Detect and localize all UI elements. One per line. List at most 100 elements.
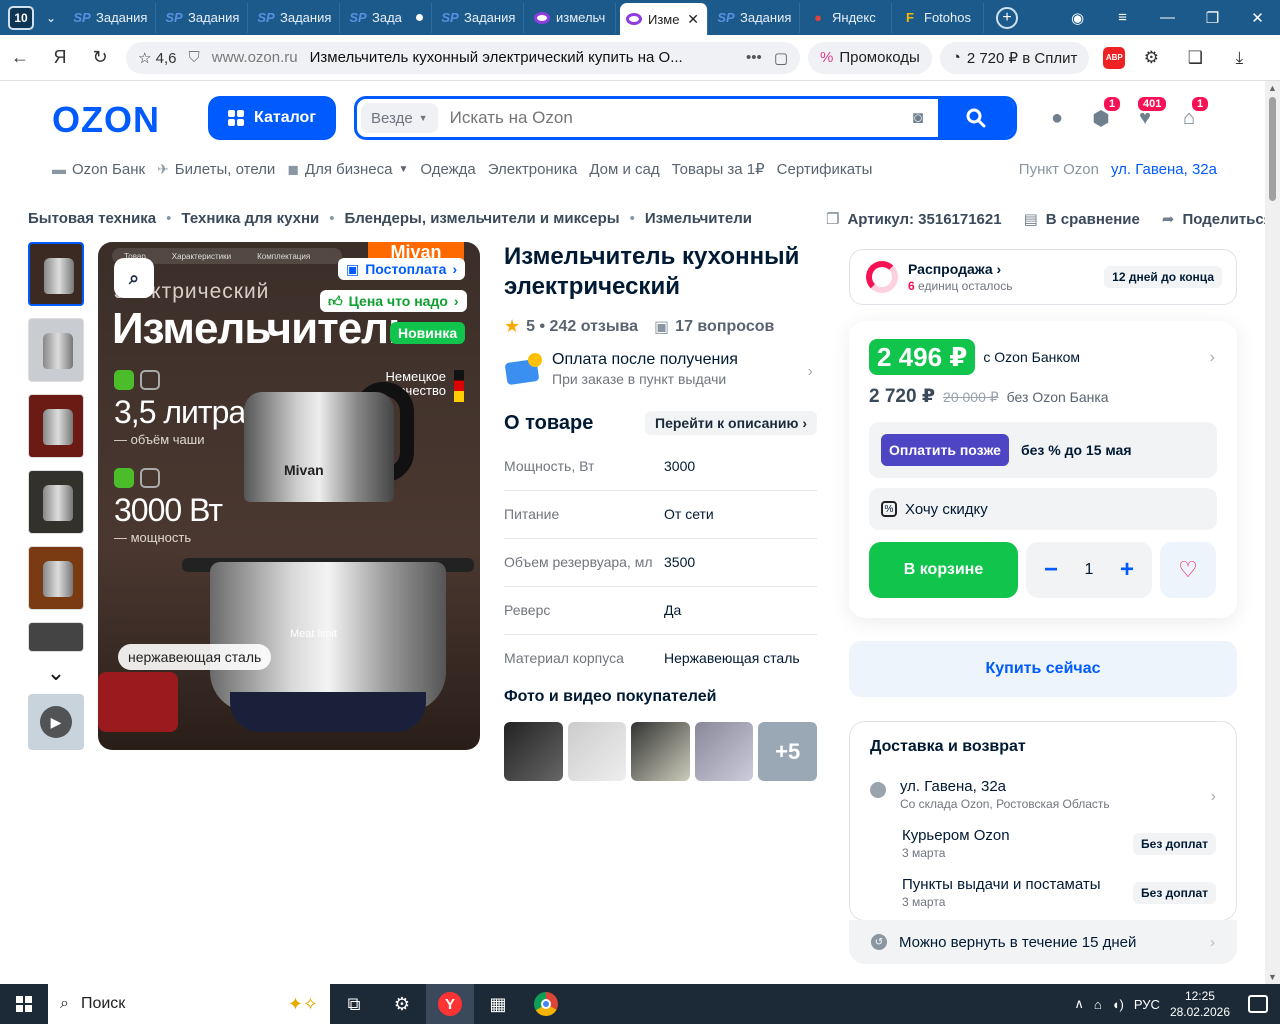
site-rating[interactable]: ☆ 4,6 [138, 49, 176, 67]
chevron-down-icon[interactable]: ⌄ [38, 6, 64, 30]
scroll-thumb[interactable] [1269, 97, 1276, 201]
url-field[interactable]: ☆ 4,6 ⛉ www.ozon.ru Измельчитель кухонны… [126, 41, 800, 74]
return-policy[interactable]: ↺ Можно вернуть в течение 15 дней › [849, 920, 1237, 964]
adblock-icon[interactable]: ABP [1103, 46, 1126, 69]
sale-banner[interactable]: Распродажа › 6 единиц осталось 12 дней д… [849, 249, 1237, 305]
tab-count-button[interactable]: 10 [8, 5, 34, 30]
compare-button[interactable]: ▤ В сравнение [1024, 210, 1140, 229]
pay-later-button[interactable]: Оплатить позже [881, 434, 1009, 466]
ugc-more-button[interactable]: +5 [758, 722, 817, 781]
browser-tab[interactable]: ● Яндекс [804, 2, 892, 33]
pay-later-banner[interactable]: Оплатить позже без % до 15 мая [869, 422, 1217, 478]
language-indicator[interactable]: РУС [1134, 997, 1160, 1012]
collections-icon[interactable]: ❑ [1177, 48, 1213, 68]
scroll-up-icon[interactable]: ▲ [1268, 83, 1277, 93]
scroll-down-icon[interactable]: ▼ [1268, 972, 1277, 982]
subnav-tickets[interactable]: ✈ Билеты, отели [157, 161, 275, 178]
search-input[interactable] [437, 108, 898, 128]
image-search-icon[interactable]: ⌕ [114, 258, 154, 298]
settings-icon[interactable]: ⚙ [378, 984, 426, 1024]
subnav-certificates[interactable]: Сертификаты [777, 161, 873, 178]
pickup-point[interactable]: Пункт Ozon ул. Гавена, 32а [1019, 161, 1217, 178]
task-view-icon[interactable]: ⧉ [330, 984, 378, 1024]
product-main-image[interactable]: Товар Характеристики Комплектация Mivan … [98, 242, 480, 750]
extensions-icon[interactable]: ⚙ [1133, 48, 1169, 68]
browser-tab[interactable]: SP Задания [712, 2, 800, 33]
card-price-row[interactable]: 2 496 ₽ с Ozon Банком [869, 339, 1217, 375]
subnav-ozon-bank[interactable]: ▬ Ozon Банк [52, 161, 145, 178]
close-icon[interactable]: ✕ [687, 11, 699, 28]
thumbnail[interactable] [28, 546, 84, 610]
delivery-address[interactable]: ул. Гавена, 32а Со склада Ozon, Ростовск… [870, 778, 1216, 811]
subnav-home[interactable]: Дом и сад [589, 161, 659, 178]
close-window-icon[interactable]: ✕ [1235, 9, 1280, 27]
heart-icon[interactable]: ♥ 401 [1132, 95, 1169, 131]
reviews-link[interactable]: 5 • 242 отзыва [526, 318, 638, 336]
thumbnail[interactable] [28, 318, 84, 382]
subnav-business[interactable]: ◼ Для бизнеса ▼ [287, 161, 408, 178]
want-discount-button[interactable]: % Хочу скидку [869, 488, 1217, 530]
clock[interactable]: 12:25 28.02.2026 [1170, 988, 1230, 1020]
notifications-icon[interactable] [1248, 995, 1268, 1013]
chrome-icon[interactable] [522, 984, 570, 1024]
subnav-one-ruble[interactable]: Товары за 1₽ [672, 160, 765, 178]
chevron-down-icon[interactable]: ⌄ [28, 658, 84, 688]
user-icon[interactable]: ● [1044, 105, 1070, 131]
split-button[interactable]: ◔ 2 720 ₽ в Сплит [939, 41, 1090, 74]
thumbnail[interactable] [28, 622, 84, 652]
download-icon[interactable]: ⤓ [1221, 48, 1257, 68]
chevron-up-icon[interactable]: ∧ [1074, 996, 1084, 1012]
ozon-logo[interactable]: OZON [52, 99, 160, 141]
ugc-photo[interactable] [567, 722, 627, 781]
more-icon[interactable]: ••• [746, 49, 762, 66]
browser-tab[interactable]: SP Задания [68, 2, 156, 33]
pay-after-banner[interactable]: Оплата после получения При заказе в пунк… [504, 351, 817, 387]
buy-now-button[interactable]: Купить сейчас [849, 641, 1237, 697]
back-icon[interactable]: ← [0, 38, 40, 78]
network-icon[interactable]: ⌂ [1094, 997, 1102, 1012]
browser-tab[interactable]: SP Задания [160, 2, 248, 33]
browser-tab[interactable]: SP Задания [252, 2, 340, 33]
minimize-icon[interactable]: — [1145, 9, 1190, 26]
page-scrollbar[interactable]: ▲ ▼ [1265, 81, 1280, 984]
in-cart-button[interactable]: В корзине [869, 542, 1018, 598]
ugc-photo[interactable] [631, 722, 690, 781]
profile-icon[interactable]: ◉ [1055, 9, 1100, 27]
goto-description-button[interactable]: Перейти к описанию › [645, 411, 817, 435]
installment-tag[interactable]: ▣ Постоплата › [338, 258, 466, 280]
good-price-tag[interactable]: 👍︎ Цена что надо › [320, 290, 467, 312]
orders-icon[interactable]: ⬢ 1 [1088, 95, 1123, 131]
ugc-photo[interactable] [504, 722, 563, 781]
cart-icon[interactable]: ⌂ 1 [1176, 95, 1211, 131]
browser-tab[interactable]: SP Задания [436, 2, 524, 33]
yandex-logo-icon[interactable]: Я [40, 38, 80, 78]
taskbar-search[interactable]: ⌕ Поиск ✦✧ [48, 984, 330, 1024]
ugc-photo[interactable] [694, 722, 754, 781]
article-copy[interactable]: ❐ Артикул: 3516171621 [826, 210, 1002, 229]
app-grid-icon[interactable]: ▦ [474, 984, 522, 1024]
camera-icon[interactable]: ◙ [898, 108, 938, 128]
heart-icon[interactable]: ♡ [1160, 542, 1216, 598]
windows-start-icon[interactable] [0, 984, 48, 1024]
search-scope-select[interactable]: Везде ▼ [361, 103, 438, 133]
yandex-browser-icon[interactable]: Y [426, 984, 474, 1024]
browser-tab[interactable]: измельч [528, 2, 616, 33]
breadcrumb-item[interactable]: Бытовая техника [28, 210, 156, 227]
breadcrumb-item[interactable]: Блендеры, измельчители и миксеры [345, 210, 620, 227]
catalog-button[interactable]: Каталог [208, 96, 336, 140]
minus-icon[interactable]: − [1044, 556, 1058, 584]
breadcrumb-item[interactable]: Техника для кухни [181, 210, 319, 227]
menu-icon[interactable]: ≡ [1100, 9, 1145, 26]
share-button[interactable]: ➦ Поделиться [1162, 210, 1273, 229]
new-tab-button[interactable]: + [996, 6, 1018, 29]
subnav-electronics[interactable]: Электроника [488, 161, 578, 178]
restore-icon[interactable]: ❐ [1190, 9, 1235, 27]
thumbnail[interactable] [28, 394, 84, 458]
browser-tab[interactable]: F Fotohos [896, 2, 984, 33]
volume-icon[interactable]: ◖) [1112, 997, 1124, 1012]
video-thumbnail[interactable]: ▶ [28, 694, 84, 750]
plus-icon[interactable]: + [1120, 556, 1134, 584]
search-button[interactable] [938, 99, 1014, 137]
subnav-clothes[interactable]: Одежда [420, 161, 475, 178]
browser-tab-active[interactable]: Изме ✕ [620, 3, 708, 35]
